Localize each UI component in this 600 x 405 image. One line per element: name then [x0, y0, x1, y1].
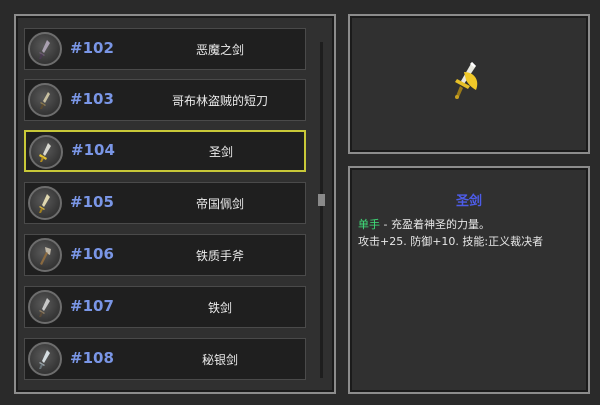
item-row-104-selected[interactable]: #104 圣剑	[24, 130, 306, 172]
sword-icon	[39, 350, 50, 369]
item-row-102[interactable]: #102 恶魔之剑	[24, 28, 306, 70]
item-icon-medallion	[28, 238, 62, 272]
item-id: #105	[70, 193, 114, 211]
hand-type-label: 单手	[358, 218, 380, 231]
holy-sword-icon	[455, 62, 478, 99]
sword-icon	[39, 40, 50, 59]
item-id: #104	[71, 141, 115, 159]
item-stats: 攻击+25. 防御+10. 技能:正义裁决者	[358, 235, 544, 248]
item-name: 圣剑	[208, 145, 233, 159]
item-name: 秘银剑	[201, 353, 238, 367]
item-id: #108	[70, 349, 114, 367]
item-row-105[interactable]: #105 帝国佩剑	[24, 182, 306, 224]
item-id: #107	[70, 297, 114, 315]
item-icon-medallion	[28, 342, 62, 376]
item-description: 单手 - 充盈着神圣的力量。	[358, 216, 490, 232]
item-title: 圣剑	[455, 194, 482, 209]
item-icon-medallion	[28, 186, 62, 220]
item-row-107[interactable]: #107 铁剑	[24, 286, 306, 328]
item-name: 帝国佩剑	[195, 197, 244, 211]
sword-icon	[39, 194, 50, 213]
item-row-106[interactable]: #106 铁质手斧	[24, 234, 306, 276]
item-icon-medallion	[29, 135, 63, 169]
item-description-panel: 圣剑 单手 - 充盈着神圣的力量。 攻击+25. 防御+10. 技能:正义裁决者	[348, 166, 590, 394]
holy-sword-icon	[39, 143, 51, 162]
item-list-panel: #102 恶魔之剑 #103 哥布林盗贼的短刀 #104 圣剑 #105 帝国佩…	[14, 14, 336, 394]
item-id: #103	[70, 90, 114, 108]
flavor-text: - 充盈着神圣的力量。	[380, 218, 490, 231]
item-id: #102	[70, 39, 114, 57]
item-row-108[interactable]: #108 秘银剑	[24, 338, 306, 380]
item-id: #106	[70, 245, 114, 263]
dagger-icon	[40, 92, 50, 109]
item-icon-medallion	[28, 83, 62, 117]
item-name: 铁质手斧	[195, 249, 244, 263]
item-row-103[interactable]: #103 哥布林盗贼的短刀	[24, 79, 306, 121]
item-preview-panel	[348, 14, 590, 154]
scrollbar-thumb[interactable]	[318, 194, 325, 206]
sword-icon	[39, 298, 50, 317]
item-icon-medallion	[28, 32, 62, 66]
item-icon-medallion	[28, 290, 62, 324]
item-name: 铁剑	[207, 301, 232, 315]
hand-axe-icon	[40, 247, 51, 265]
item-name: 哥布林盗贼的短刀	[171, 94, 268, 108]
scrollbar-track[interactable]	[320, 42, 323, 378]
item-name: 恶魔之剑	[195, 43, 244, 57]
